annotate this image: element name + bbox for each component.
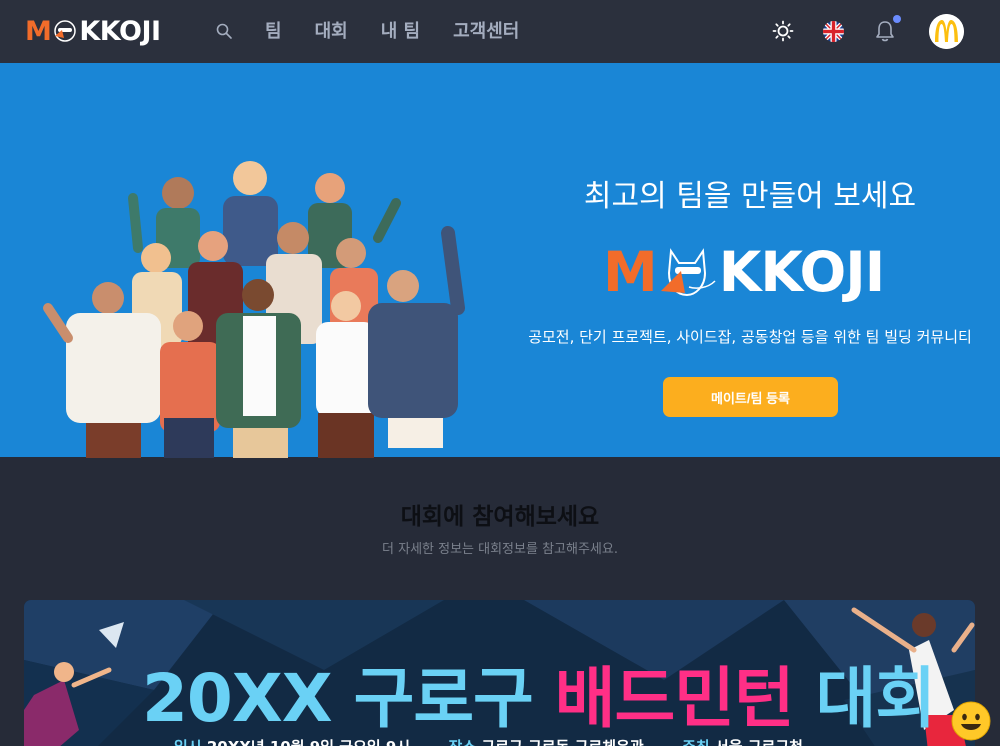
banner-title-part2: 배드민턴 bbox=[554, 660, 795, 737]
hero-logo-text: KKOJI bbox=[718, 240, 885, 304]
banner-title: 20XX 구로구 배드민턴 대회 bbox=[142, 645, 936, 741]
uk-flag-icon[interactable] bbox=[823, 21, 844, 42]
section-title: 대회에 참여해보세요 bbox=[400, 504, 600, 530]
section-subtitle: 더 자세한 정보는 대회정보를 참고해주세요. bbox=[382, 542, 618, 557]
hero-brand-logo: M KKOJI bbox=[603, 240, 898, 304]
nav-team[interactable]: 팀 bbox=[265, 17, 282, 43]
sun-icon[interactable] bbox=[772, 20, 794, 42]
info-label-date: 일시 bbox=[174, 738, 202, 746]
smiley-chat-icon[interactable] bbox=[951, 701, 991, 741]
info-value-date: 20XX년 10월 9일 금요일 9시 bbox=[202, 738, 410, 746]
notification-dot bbox=[893, 15, 901, 23]
search-icon[interactable] bbox=[215, 22, 233, 40]
avatar[interactable] bbox=[929, 14, 964, 49]
hero-logo-letter-m: M bbox=[603, 240, 658, 304]
hero-subtitle: 공모전, 단기 프로젝트, 사이드잡, 공동창업 등을 위한 팀 빌딩 커뮤니티 bbox=[528, 328, 972, 346]
banner-title-part1: 20XX 구로구 bbox=[142, 660, 555, 737]
nav-support[interactable]: 고객센터 bbox=[453, 17, 519, 43]
info-label-place: 장소 bbox=[449, 738, 477, 746]
info-label-host: 주최 bbox=[682, 738, 710, 746]
cat-mascot-icon bbox=[660, 248, 716, 297]
cat-mascot-icon bbox=[54, 20, 77, 42]
bell-icon[interactable] bbox=[874, 19, 896, 43]
banner-title-part3: 대회 bbox=[793, 660, 936, 737]
nav-competition[interactable]: 대회 bbox=[315, 17, 348, 43]
people-group-illustration bbox=[43, 161, 465, 458]
main-nav: 팀 대회 내 팀 고객센터 bbox=[265, 17, 552, 43]
brand-logo[interactable]: M KKOJI bbox=[25, 15, 161, 47]
competition-banner[interactable]: 20XX 구로구 배드민턴 대회 일시 20XX년 10월 9일 금요일 9시 … bbox=[24, 600, 975, 746]
top-navbar: M KKOJI 팀 대회 내 팀 고객센터 bbox=[0, 0, 1000, 63]
logo-text: KKOJI bbox=[79, 15, 161, 47]
register-mate-team-button[interactable]: 메이트/팀 등록 bbox=[663, 377, 838, 417]
nav-my-team[interactable]: 내 팀 bbox=[381, 17, 420, 43]
hero-section: 최고의 팀을 만들어 보세요 M KKOJI 공모전, 단기 프로젝트, 사이드… bbox=[0, 63, 1000, 458]
info-value-place: 구로구 구로동 구로체육관 bbox=[476, 738, 643, 746]
banner-info: 일시 20XX년 10월 9일 금요일 9시 장소 구로구 구로동 구로체육관 … bbox=[174, 736, 803, 746]
info-value-host: 서울 구로구청 bbox=[710, 738, 803, 746]
hero-title: 최고의 팀을 만들어 보세요 bbox=[583, 179, 917, 214]
mcdonalds-logo-icon bbox=[929, 14, 964, 49]
logo-letter-m: M bbox=[25, 15, 52, 47]
